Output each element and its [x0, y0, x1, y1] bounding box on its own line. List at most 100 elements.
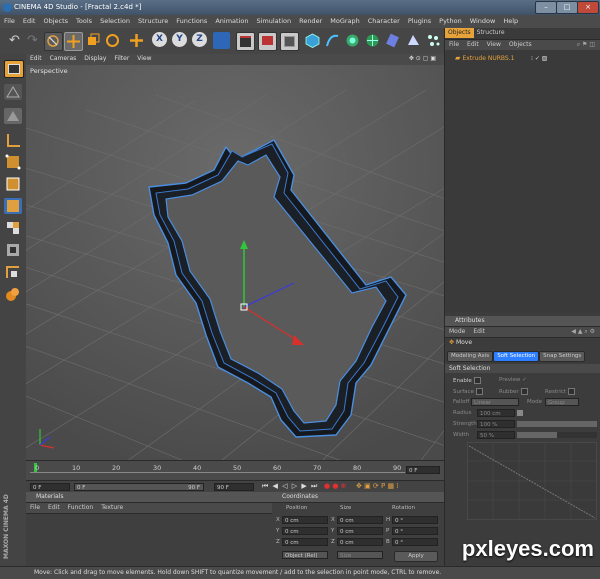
preview-range-slider[interactable]: 0 F 90 F [74, 483, 204, 491]
objects-menu-edit[interactable]: Edit [463, 41, 483, 48]
start-frame-field[interactable]: 0 F [30, 483, 70, 491]
menu-character[interactable]: Character [364, 15, 404, 25]
menu-edit[interactable]: Edit [19, 15, 40, 25]
workplane-icon[interactable] [4, 264, 22, 280]
rot-p-field[interactable]: 0 ° [392, 527, 438, 535]
rotate-tool-icon[interactable] [104, 32, 121, 49]
objects-menu-view[interactable]: View [483, 41, 505, 48]
perspective-viewport[interactable]: Perspective [26, 65, 444, 460]
subtab-soft-selection[interactable]: Soft Selection [493, 351, 540, 362]
model-mode-icon[interactable] [4, 60, 24, 78]
rubber-checkbox[interactable] [520, 388, 528, 395]
deformer-icon[interactable] [384, 32, 401, 49]
viewport-menu-cameras[interactable]: Cameras [46, 54, 81, 62]
menu-file[interactable]: File [0, 15, 19, 25]
falloff-curve-graph[interactable] [467, 442, 597, 520]
menu-mograph[interactable]: MoGraph [326, 15, 364, 25]
viewport-menu-display[interactable]: Display [80, 54, 110, 62]
size-z-field[interactable]: 0 cm [337, 538, 383, 546]
undo-icon[interactable]: ↶ [6, 32, 23, 49]
timeline-ruler[interactable]: 0 10 20 30 40 50 60 70 80 90 0 F [26, 460, 444, 481]
objects-menu-objects[interactable]: Objects [505, 41, 536, 48]
mode-select[interactable]: Group [545, 398, 579, 406]
enable-checkbox[interactable] [473, 377, 481, 384]
strength-slider[interactable] [517, 421, 597, 427]
visibility-dots-icon[interactable]: ⁝ ✓ ▧ [531, 55, 547, 62]
viewport-nav-icons[interactable]: ✥ ⊙ ▢ ▣ [405, 54, 440, 62]
edges-mode-icon[interactable] [4, 176, 22, 192]
move-tool-icon[interactable] [64, 32, 83, 51]
radius-slider[interactable] [517, 410, 523, 416]
uv-polygons-icon[interactable] [4, 242, 22, 258]
size-y-field[interactable]: 0 cm [337, 527, 383, 535]
minimize-button[interactable]: – [535, 1, 557, 14]
render-view-icon[interactable] [236, 32, 255, 51]
render-picture-viewer-icon[interactable] [258, 32, 277, 51]
light-object-icon[interactable] [425, 32, 442, 49]
object-mode-icon[interactable] [4, 84, 22, 100]
viewport-menu-view[interactable]: View [133, 54, 155, 62]
points-mode-icon[interactable] [4, 154, 22, 170]
falloff-select[interactable]: Linear [471, 398, 519, 406]
menu-python[interactable]: Python [435, 15, 466, 25]
redo-icon[interactable]: ↷ [24, 32, 41, 49]
menu-window[interactable]: Window [466, 15, 500, 25]
uv-points-icon[interactable] [4, 220, 22, 236]
attributes-nav-icons[interactable]: ◀ ▲ ⌕ ⚙ [567, 327, 599, 337]
menu-plugins[interactable]: Plugins [404, 15, 435, 25]
menu-animation[interactable]: Animation [211, 15, 252, 25]
width-field[interactable]: 50 % [477, 431, 515, 439]
objects-menu-file[interactable]: File [445, 41, 463, 48]
playback-controls[interactable]: ⏮ ◀ ◁ ▷ ▶ ⏭ [262, 482, 318, 491]
scene-object-icon[interactable] [405, 32, 422, 49]
y-axis-lock-icon[interactable]: Y [172, 32, 187, 47]
last-tool-icon[interactable] [128, 32, 145, 49]
materials-menu-function[interactable]: Function [64, 504, 98, 511]
menu-tools[interactable]: Tools [72, 15, 96, 25]
size-x-field[interactable]: 0 cm [337, 516, 383, 524]
apply-button[interactable]: Apply [394, 551, 438, 562]
keyframe-icons[interactable]: ✥ ▣ ⟳ P ▦ ⁞ [356, 482, 399, 490]
close-button[interactable]: × [577, 1, 599, 14]
array-icon[interactable] [364, 32, 381, 49]
cube-object-icon[interactable] [304, 32, 321, 49]
strength-field[interactable]: 100 % [477, 420, 515, 428]
spline-pen-icon[interactable] [324, 32, 341, 49]
record-icons[interactable]: ● ● ⊕ [324, 482, 347, 490]
polygons-mode-icon[interactable] [4, 198, 22, 214]
tab-structure[interactable]: Structure [474, 28, 508, 38]
subtab-snap-settings[interactable]: Snap Settings [539, 351, 586, 362]
materials-menu-edit[interactable]: Edit [44, 504, 64, 511]
tab-objects[interactable]: Objects [445, 28, 474, 38]
restrict-checkbox[interactable] [567, 388, 575, 395]
menu-render[interactable]: Render [295, 15, 326, 25]
end-frame-field[interactable]: 90 F [214, 483, 254, 491]
rot-b-field[interactable]: 0 ° [392, 538, 438, 546]
pos-y-field[interactable]: 0 cm [282, 527, 328, 535]
viewport-menu-filter[interactable]: Filter [110, 54, 133, 62]
current-frame-field[interactable]: 0 F [406, 466, 440, 474]
surface-checkbox[interactable] [475, 388, 483, 395]
live-selection-icon[interactable] [44, 32, 63, 51]
radius-field[interactable]: 100 cm [477, 409, 515, 417]
materials-menu-texture[interactable]: Texture [97, 504, 127, 511]
attributes-menu-mode[interactable]: Mode [445, 328, 469, 335]
size-mode-select[interactable]: Size [337, 551, 383, 559]
subtab-modeling-axis[interactable]: Modeling Axis [447, 351, 494, 362]
attributes-menu-edit[interactable]: Edit [469, 328, 489, 335]
axis-mode-icon[interactable] [4, 132, 22, 148]
preview-check-icon[interactable]: ✓ [522, 377, 527, 383]
paint-icon[interactable] [4, 286, 22, 302]
viewport-menu-edit[interactable]: Edit [26, 54, 46, 62]
maximize-button[interactable]: □ [556, 1, 578, 14]
menu-structure[interactable]: Structure [134, 15, 172, 25]
pos-x-field[interactable]: 0 cm [282, 516, 328, 524]
width-slider-track[interactable] [517, 432, 597, 438]
nurbs-icon[interactable] [344, 32, 361, 49]
coordinate-system-icon[interactable] [213, 32, 230, 49]
menu-selection[interactable]: Selection [96, 15, 134, 25]
materials-menu-file[interactable]: File [26, 504, 44, 511]
scale-tool-icon[interactable] [84, 32, 101, 49]
menu-simulation[interactable]: Simulation [252, 15, 295, 25]
pos-z-field[interactable]: 0 cm [282, 538, 328, 546]
